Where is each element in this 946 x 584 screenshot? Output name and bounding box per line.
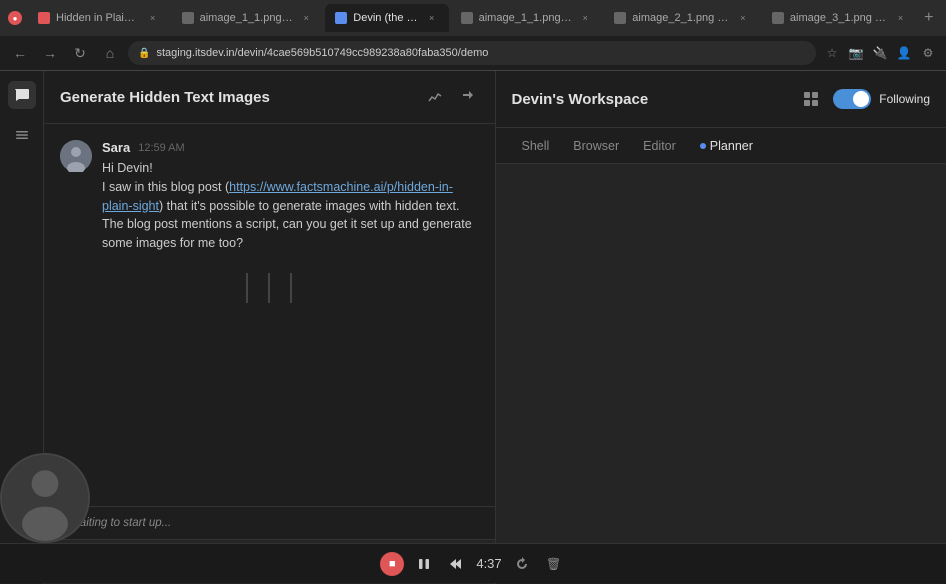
tab-favicon-2 <box>182 12 194 24</box>
new-tab-button[interactable]: + <box>919 5 938 31</box>
sidebar-icon-chat[interactable] <box>8 81 36 109</box>
workspace-content <box>496 164 946 545</box>
tab-favicon-1 <box>38 12 50 24</box>
tab-favicon-6 <box>772 12 784 24</box>
tab-shell[interactable]: Shell <box>512 133 560 159</box>
message-time: 12:59 AM <box>138 142 184 154</box>
tab-close-2[interactable]: × <box>299 11 313 25</box>
screenshot-icon[interactable]: 📷 <box>846 43 866 63</box>
bookmark-icon[interactable]: ☆ <box>822 43 842 63</box>
grid-view-icon[interactable] <box>797 85 825 113</box>
extension-icon[interactable]: 🔌 <box>870 43 890 63</box>
workspace-header: Devin's Workspace Following <box>496 71 946 128</box>
message-item: Sara 12:59 AM Hi Devin! I saw in this bl… <box>60 140 479 253</box>
delete-recording-button[interactable]: 🗑 <box>542 552 566 576</box>
tab-favicon-4 <box>461 12 473 24</box>
status-area: is waiting to start up... <box>44 506 495 539</box>
tab-bar: ● Hidden in Plain Sight - Je... × aimage… <box>0 0 946 36</box>
chart-icon[interactable] <box>423 85 447 109</box>
tab-aimage-4[interactable]: aimage_3_1.png (1920x1080... × <box>762 4 918 32</box>
browser-favicon: ● <box>8 11 22 25</box>
sidebar-icon-menu[interactable] <box>8 121 36 149</box>
pause-recording-button[interactable] <box>412 552 436 576</box>
stop-icon: ■ <box>389 558 396 570</box>
message-meta: Sara 12:59 AM <box>102 140 479 155</box>
browser-actions: ☆ 📷 🔌 👤 ⚙ <box>822 43 938 63</box>
tab-label-5: aimage_2_1.png (1920x1080... <box>632 12 730 24</box>
tab-browser[interactable]: Browser <box>563 133 629 159</box>
tab-close-4[interactable]: × <box>578 11 592 25</box>
tab-favicon-3 <box>335 12 347 24</box>
tab-close-1[interactable]: × <box>146 11 160 25</box>
address-text: staging.itsdev.in/devin/4cae569b510749cc… <box>156 47 488 59</box>
tab-aimage-3[interactable]: aimage_2_1.png (1920x1080... × <box>604 4 760 32</box>
chat-header: Generate Hidden Text Images <box>44 71 495 124</box>
stop-recording-button[interactable]: ■ <box>380 552 404 576</box>
chat-header-actions <box>423 85 479 109</box>
tab-hidden-in-plain-sight[interactable]: Hidden in Plain Sight - Je... × <box>28 4 170 32</box>
tab-close-5[interactable]: × <box>736 11 750 25</box>
share-icon[interactable] <box>455 85 479 109</box>
chat-dividers <box>60 265 479 311</box>
tab-label-4: aimage_1_1.png (1920x1080) <box>479 12 573 24</box>
recording-bar: ■ 4:37 🗑 <box>0 543 946 583</box>
tab-editor[interactable]: Editor <box>633 133 686 159</box>
avatar-sara <box>60 140 92 172</box>
tab-close-6[interactable]: × <box>893 11 907 25</box>
tab-label-1: Hidden in Plain Sight - Je... <box>56 12 140 24</box>
settings-icon[interactable]: ⚙ <box>918 43 938 63</box>
lock-icon: 🔒 <box>138 48 150 59</box>
workspace-tabs: Shell Browser Editor Planner <box>496 128 946 164</box>
message-text: Hi Devin! I saw in this blog post (https… <box>102 159 479 253</box>
reset-recording-button[interactable] <box>510 552 534 576</box>
tab-close-3[interactable]: × <box>425 11 439 25</box>
tab-aimage-1[interactable]: aimage_1_1.png (1920x1080) × <box>172 4 324 32</box>
tab-favicon-5 <box>614 12 626 24</box>
address-bar-row: ← → ↻ ⌂ 🔒 staging.itsdev.in/devin/4cae56… <box>0 36 946 70</box>
tab-label-3: Devin (the Developer) <box>353 12 418 24</box>
workspace-actions: Following <box>797 85 930 113</box>
rewind-button[interactable] <box>444 552 468 576</box>
back-button[interactable]: ← <box>8 41 32 65</box>
toggle-knob <box>853 91 869 107</box>
profile-icon[interactable]: 👤 <box>894 43 914 63</box>
following-toggle[interactable] <box>833 89 871 109</box>
chat-panel: Generate Hidden Text Images <box>44 71 496 584</box>
blog-link[interactable]: https://www.factsmachine.ai/p/hidden-in-… <box>102 180 453 213</box>
message-author: Sara <box>102 140 130 155</box>
app-container: Generate Hidden Text Images <box>0 71 946 584</box>
home-button[interactable]: ⌂ <box>98 41 122 65</box>
reload-button[interactable]: ↻ <box>68 41 92 65</box>
tab-aimage-2[interactable]: aimage_1_1.png (1920x1080) × <box>451 4 603 32</box>
tab-planner[interactable]: Planner <box>690 133 763 159</box>
following-label: Following <box>879 92 930 106</box>
recording-time: 4:37 <box>476 556 501 571</box>
tab-label-6: aimage_3_1.png (1920x1080... <box>790 12 888 24</box>
tab-devin-developer[interactable]: Devin (the Developer) × <box>325 4 448 32</box>
tab-label-2: aimage_1_1.png (1920x1080) <box>200 12 294 24</box>
divider-2 <box>268 273 270 303</box>
planner-dot <box>700 143 706 149</box>
chat-messages: Sara 12:59 AM Hi Devin! I saw in this bl… <box>44 124 495 506</box>
workspace-panel: Devin's Workspace Following <box>496 71 946 584</box>
divider-1 <box>246 273 248 303</box>
browser-chrome: ● Hidden in Plain Sight - Je... × aimage… <box>0 0 946 71</box>
address-bar[interactable]: 🔒 staging.itsdev.in/devin/4cae569b510749… <box>128 41 816 65</box>
video-thumbnail <box>0 453 90 543</box>
workspace-title: Devin's Workspace <box>512 91 649 108</box>
divider-3 <box>290 273 292 303</box>
message-content: Sara 12:59 AM Hi Devin! I saw in this bl… <box>102 140 479 253</box>
forward-button[interactable]: → <box>38 41 62 65</box>
chat-title: Generate Hidden Text Images <box>60 89 270 106</box>
